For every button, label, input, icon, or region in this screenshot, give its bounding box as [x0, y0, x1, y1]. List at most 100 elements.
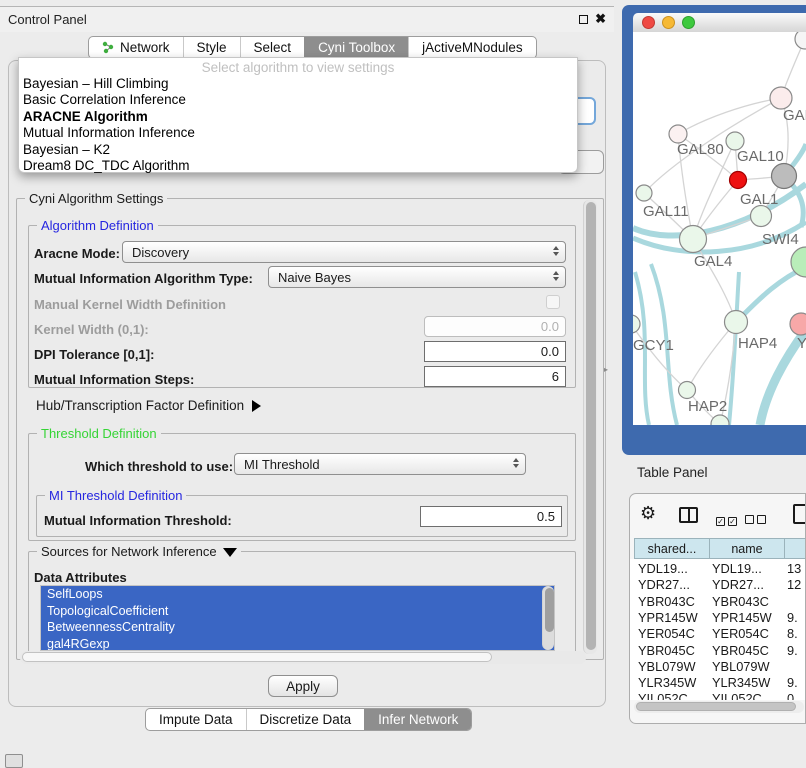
- minimize-window-icon[interactable]: [662, 16, 675, 29]
- settings-scrollbar-thumb[interactable]: [586, 202, 596, 650]
- cell-shared: YDR27...: [638, 577, 690, 592]
- network-node[interactable]: [633, 315, 640, 333]
- columns-icon[interactable]: [679, 507, 698, 523]
- table-hscrollbar-thumb[interactable]: [636, 702, 796, 711]
- attributes-scrollbar-track[interactable]: [542, 586, 554, 650]
- node-label: GAL4: [694, 253, 732, 270]
- network-node[interactable]: [679, 382, 696, 399]
- network-node[interactable]: [772, 164, 797, 189]
- which-threshold-combobox[interactable]: MI Threshold: [234, 453, 526, 475]
- aracne-mode-combobox[interactable]: Discovery: [122, 241, 566, 263]
- column-header-partial[interactable]: [784, 538, 806, 559]
- table-body: YDL19...YDL19...13 YDR27...YDR27...12 YB…: [630, 559, 806, 700]
- network-node[interactable]: [795, 32, 806, 49]
- network-node[interactable]: [725, 311, 748, 334]
- tab-style[interactable]: Style: [183, 37, 240, 58]
- minimized-panel-icon[interactable]: [5, 754, 23, 768]
- node-label: GAL11: [643, 203, 689, 220]
- tab-discretize-data-label: Discretize Data: [260, 712, 352, 727]
- cell-value: 9.: [787, 610, 798, 625]
- cell-shared: YBR043C: [638, 594, 695, 609]
- stepper-arrows-icon: [553, 246, 559, 256]
- tab-cyni-toolbox[interactable]: Cyni Toolbox: [304, 37, 408, 58]
- close-panel-icon[interactable]: ✖: [595, 11, 606, 27]
- mi-type-value: Naive Bayes: [278, 270, 351, 285]
- which-threshold-label: Which threshold to use:: [85, 459, 233, 474]
- tab-select-label: Select: [254, 40, 292, 55]
- hub-definition-expander[interactable]: Hub/Transcription Factor Definition: [36, 398, 261, 413]
- column-header-shared[interactable]: shared...: [634, 538, 710, 559]
- threshold-definition-title: Threshold Definition: [37, 426, 161, 441]
- cell-name: YPR145W: [712, 610, 772, 625]
- tab-jactivemnodules[interactable]: jActiveMNodules: [408, 37, 536, 58]
- column-header-name[interactable]: name: [709, 538, 785, 559]
- attributes-scrollbar-thumb[interactable]: [545, 588, 554, 632]
- mi-threshold-field[interactable]: 0.5: [420, 506, 562, 527]
- data-attributes-list: SelfLoops TopologicalCoefficient Between…: [40, 585, 555, 651]
- algorithm-definition-title: Algorithm Definition: [37, 218, 158, 233]
- dropdown-item[interactable]: Bayesian – Hill Climbing: [19, 76, 577, 92]
- dropdown-item[interactable]: Basic Correlation Inference: [19, 92, 577, 108]
- network-node[interactable]: [636, 185, 652, 201]
- kernel-width-field[interactable]: 0.0: [424, 316, 566, 337]
- settings-group-title: Cyni Algorithm Settings: [25, 191, 167, 206]
- node-label: GAL10: [737, 148, 784, 165]
- mi-steps-field[interactable]: 6: [424, 366, 566, 387]
- attribute-item-selected[interactable]: TopologicalCoefficient: [41, 603, 554, 620]
- dropdown-placeholder: Select algorithm to view settings: [19, 60, 577, 76]
- dropdown-item[interactable]: Mutual Information Inference: [19, 125, 577, 141]
- manual-kernel-checkbox[interactable]: [546, 295, 560, 309]
- attribute-item-selected[interactable]: gal4RGexp: [41, 636, 554, 652]
- dropdown-item[interactable]: Dream8 DC_TDC Algorithm: [19, 158, 577, 174]
- cell-value: 12: [787, 577, 801, 592]
- control-panel-titlebar: Control Panel ✖: [0, 6, 614, 32]
- tab-network[interactable]: Network: [89, 37, 183, 58]
- show-selected-icon[interactable]: ✓✓: [716, 511, 740, 529]
- dpi-tolerance-field[interactable]: 0.0: [424, 341, 566, 362]
- settings-hscrollbar-track[interactable]: [20, 651, 586, 664]
- network-node[interactable]: [711, 415, 729, 425]
- tab-jactivemnodules-label: jActiveMNodules: [422, 40, 523, 55]
- mi-type-combobox[interactable]: Naive Bayes: [268, 266, 566, 288]
- tab-infer-network[interactable]: Infer Network: [364, 709, 471, 730]
- collapse-down-icon[interactable]: [223, 548, 237, 557]
- network-node[interactable]: [751, 206, 772, 227]
- manual-kernel-label: Manual Kernel Width Definition: [34, 297, 226, 312]
- gear-icon[interactable]: ⚙: [640, 503, 656, 524]
- attribute-item-selected[interactable]: SelfLoops: [41, 586, 554, 603]
- mi-threshold-definition-title: MI Threshold Definition: [45, 488, 186, 503]
- expand-right-icon: [252, 400, 261, 412]
- network-node[interactable]: [790, 313, 806, 335]
- algorithm-dropdown-list: Select algorithm to view settings Bayesi…: [18, 57, 578, 173]
- node-label: HAP4: [738, 335, 777, 352]
- network-node-selected[interactable]: [730, 172, 747, 189]
- zoom-window-icon[interactable]: [682, 16, 695, 29]
- network-window-titlebar[interactable]: [633, 13, 806, 32]
- settings-scrollbar-track[interactable]: [583, 200, 597, 654]
- attribute-item-selected[interactable]: BetweennessCentrality: [41, 619, 554, 636]
- network-graph: GAL GAL80 GAL10 GAL1 GAL11 GAL4 SWI4 GCY…: [633, 32, 806, 425]
- function-builder-icon[interactable]: [793, 504, 806, 524]
- network-view-canvas[interactable]: GAL GAL80 GAL10 GAL1 GAL11 GAL4 SWI4 GCY…: [633, 32, 806, 425]
- float-window-icon[interactable]: [579, 15, 588, 24]
- settings-hscrollbar-thumb[interactable]: [22, 652, 492, 662]
- network-node[interactable]: [680, 226, 707, 253]
- dropdown-item[interactable]: Bayesian – K2: [19, 142, 577, 158]
- tab-impute-data-label: Impute Data: [159, 712, 233, 727]
- tab-impute-data[interactable]: Impute Data: [146, 709, 246, 730]
- show-unselected-icon[interactable]: [745, 511, 769, 529]
- node-label: GAL1: [740, 191, 778, 208]
- panel-divider-grip[interactable]: ▸: [604, 365, 608, 374]
- which-threshold-value: MI Threshold: [244, 457, 320, 472]
- network-node[interactable]: [770, 87, 792, 109]
- apply-button[interactable]: Apply: [268, 675, 338, 697]
- tab-discretize-data[interactable]: Discretize Data: [246, 709, 365, 730]
- sources-group-title: Sources for Network Inference: [37, 544, 241, 559]
- table-hscrollbar-track[interactable]: [634, 701, 804, 713]
- tab-select[interactable]: Select: [240, 37, 305, 58]
- node-label: GAL80: [677, 141, 724, 158]
- node-label: HAP2: [688, 398, 727, 415]
- bottom-tabbar: Impute Data Discretize Data Infer Networ…: [145, 708, 472, 731]
- dropdown-item-selected[interactable]: ARACNE Algorithm: [19, 109, 577, 125]
- close-window-icon[interactable]: [642, 16, 655, 29]
